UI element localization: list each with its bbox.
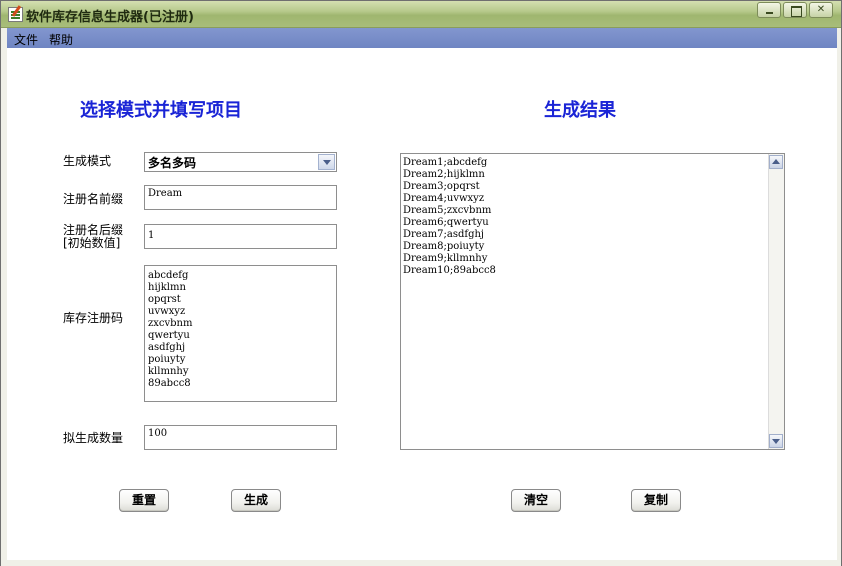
maximize-button[interactable] (783, 2, 807, 18)
suffix-label-line2: [初始数值] (63, 236, 121, 250)
result-scrollbar[interactable] (768, 154, 784, 449)
prefix-input[interactable]: Dream (144, 185, 337, 210)
result-text: Dream1;abcdefg Dream2;hijklmn Dream3;opq… (403, 157, 496, 276)
codes-textarea[interactable]: abcdefg hijklmn opqrst uvwxyz zxcvbnm qw… (144, 265, 337, 402)
codes-label: 库存注册码 (63, 311, 124, 325)
result-textarea[interactable]: Dream1;abcdefg Dream2;hijklmn Dream3;opq… (400, 153, 785, 450)
window-title: 软件库存信息生成器(已注册) (26, 10, 194, 25)
chevron-down-icon[interactable] (318, 154, 335, 170)
menu-bar: 文件 帮助 (7, 28, 837, 48)
prefix-label: 注册名前缀 (63, 192, 124, 206)
menu-file[interactable]: 文件 (14, 31, 38, 48)
client-area: 选择模式并填写项目 生成模式 多名多码 注册名前缀 Dream 注册名后缀 [初… (7, 48, 837, 560)
minimize-button[interactable] (757, 2, 781, 18)
right-heading: 生成结果 (544, 100, 616, 121)
mode-select[interactable]: 多名多码 (144, 152, 337, 172)
clear-button[interactable]: 清空 (511, 489, 561, 512)
app-window: 软件库存信息生成器(已注册) 文件 帮助 选择模式并填写项目 生成模式 多名多码… (0, 0, 842, 566)
mode-select-value: 多名多码 (148, 156, 197, 170)
copy-button[interactable]: 复制 (631, 489, 681, 512)
suffix-input[interactable]: 1 (144, 224, 337, 249)
app-icon (8, 7, 23, 22)
count-input[interactable]: 100 (144, 425, 337, 450)
scroll-down-arrow-icon[interactable] (769, 434, 783, 448)
title-bar[interactable]: 软件库存信息生成器(已注册) (1, 1, 841, 28)
mode-label: 生成模式 (63, 154, 112, 168)
scroll-up-arrow-icon[interactable] (769, 155, 783, 169)
left-heading: 选择模式并填写项目 (80, 100, 242, 121)
count-label: 拟生成数量 (63, 431, 124, 445)
close-button[interactable] (809, 2, 833, 18)
window-bottom-border (1, 560, 841, 566)
menu-help[interactable]: 帮助 (49, 31, 73, 48)
reset-button[interactable]: 重置 (119, 489, 169, 512)
generate-button[interactable]: 生成 (231, 489, 281, 512)
